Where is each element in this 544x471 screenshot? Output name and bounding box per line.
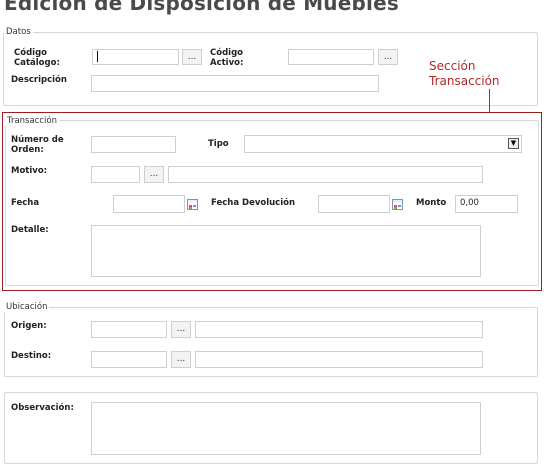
origen-label: Origen:: [11, 321, 47, 331]
codigo-activo-lookup-button[interactable]: ...: [378, 49, 398, 65]
observacion-textarea[interactable]: [91, 402, 481, 455]
observacion-label: Observación:: [11, 403, 74, 413]
motivo-code-input[interactable]: [91, 166, 140, 183]
codigo-catalogo-input[interactable]: [92, 49, 179, 65]
descripcion-input[interactable]: [91, 75, 379, 92]
detalle-label: Detalle:: [11, 225, 49, 235]
calendar-icon[interactable]: [392, 199, 403, 210]
annotation-text: Sección Transacción: [429, 59, 500, 88]
destino-label: Destino:: [11, 351, 52, 361]
monto-input[interactable]: 0,00: [455, 195, 518, 213]
page-title: Edición de Disposición de Muebles: [4, 0, 399, 15]
codigo-catalogo-label: Código Catálogo:: [14, 48, 60, 68]
destino-code-input[interactable]: [91, 351, 167, 368]
codigo-activo-input[interactable]: [288, 49, 374, 65]
monto-label: Monto: [416, 198, 447, 208]
origen-code-input[interactable]: [91, 321, 167, 338]
detalle-textarea[interactable]: [91, 225, 481, 277]
chevron-down-icon[interactable]: ▼: [508, 138, 519, 149]
motivo-lookup-button[interactable]: ...: [144, 166, 164, 183]
datos-legend: Datos: [4, 27, 33, 37]
codigo-activo-label: Código Activo:: [210, 48, 244, 68]
numero-orden-input[interactable]: [91, 136, 176, 153]
numero-orden-label: Número de Orden:: [11, 135, 64, 155]
destino-lookup-button[interactable]: ...: [171, 351, 191, 368]
ubicacion-legend: Ubicación: [4, 302, 50, 312]
motivo-description-input[interactable]: [168, 166, 483, 183]
transaccion-legend: Transacción: [5, 116, 59, 126]
descripcion-label: Descripción: [11, 75, 67, 85]
motivo-label: Motivo:: [11, 166, 48, 176]
tipo-label: Tipo: [208, 139, 229, 149]
tipo-select[interactable]: [244, 135, 522, 153]
fecha-input[interactable]: [113, 195, 185, 213]
origen-description-input[interactable]: [195, 321, 483, 338]
fecha-devolucion-label: Fecha Devolución: [211, 198, 296, 208]
fecha-devolucion-input[interactable]: [318, 195, 390, 213]
calendar-icon[interactable]: [187, 199, 198, 210]
text-cursor: [97, 51, 98, 62]
fecha-label: Fecha: [11, 198, 40, 208]
annotation-connector-line: [489, 89, 490, 113]
destino-description-input[interactable]: [195, 351, 483, 368]
codigo-catalogo-lookup-button[interactable]: ...: [182, 49, 202, 65]
origen-lookup-button[interactable]: ...: [171, 321, 191, 338]
